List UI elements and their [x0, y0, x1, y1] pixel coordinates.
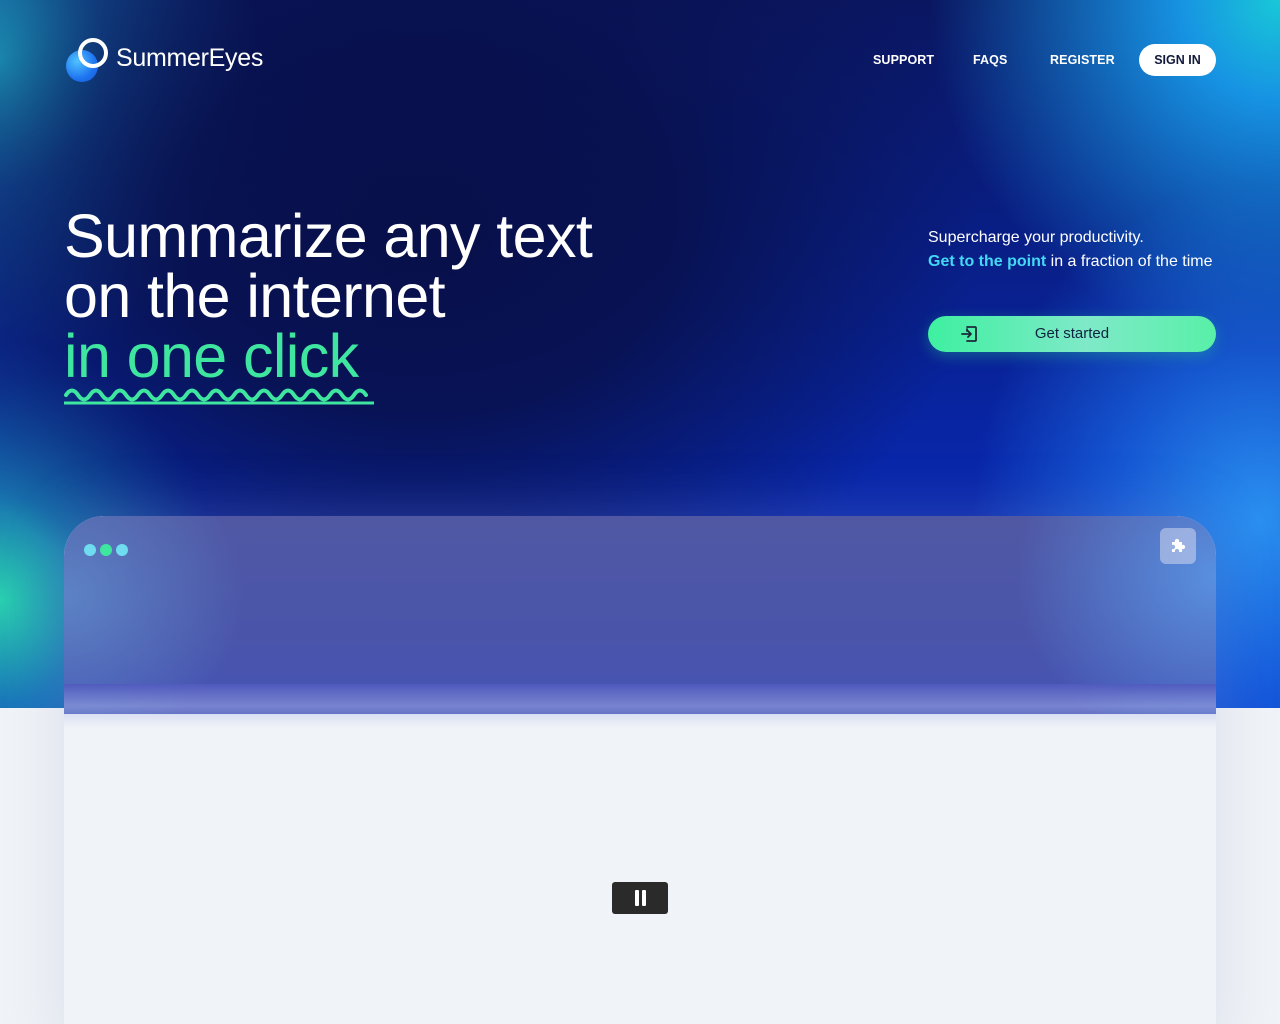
window-dot-1: [84, 544, 96, 556]
headline-line-2: on the internet: [64, 262, 446, 330]
logo-icon[interactable]: [66, 38, 110, 82]
nav-support[interactable]: SUPPORT: [873, 53, 934, 67]
window-dot-3: [116, 544, 128, 556]
nav-register[interactable]: REGISTER: [1050, 53, 1115, 67]
tagline-highlight: Get to the point: [928, 253, 1047, 270]
squiggle-underline: [64, 388, 374, 405]
puzzle-icon: [1172, 538, 1186, 552]
window-dot-2: [100, 544, 112, 556]
tagline-line-1: Supercharge your productivity.: [928, 229, 1144, 246]
get-started-label: Get started: [1034, 325, 1110, 342]
get-started-button[interactable]: Get started: [928, 316, 1216, 352]
hero-tagline: Supercharge your productivity. Get to th…: [928, 226, 1218, 274]
tagline-rest: in a fraction of the time: [1046, 253, 1213, 270]
hero-headline: Summarize any text on the internet in on…: [64, 202, 593, 390]
headline-line-3: in one click: [64, 322, 359, 390]
extension-button[interactable]: [1160, 528, 1196, 564]
pause-icon-bar-left: [635, 890, 639, 906]
sign-in-button[interactable]: SIGN IN: [1139, 44, 1216, 76]
mockup-fade: [64, 684, 1216, 728]
nav-faqs[interactable]: FAQS: [973, 53, 1007, 67]
pause-icon-bar-right: [642, 890, 646, 906]
pause-button[interactable]: [612, 882, 668, 914]
headline-line-1: Summarize any text: [64, 202, 593, 270]
tagline-line-2: Get to the point in a fraction of the ti…: [928, 250, 1218, 274]
brand-name[interactable]: SummerEyes: [116, 44, 263, 73]
logo-ring: [78, 38, 108, 68]
